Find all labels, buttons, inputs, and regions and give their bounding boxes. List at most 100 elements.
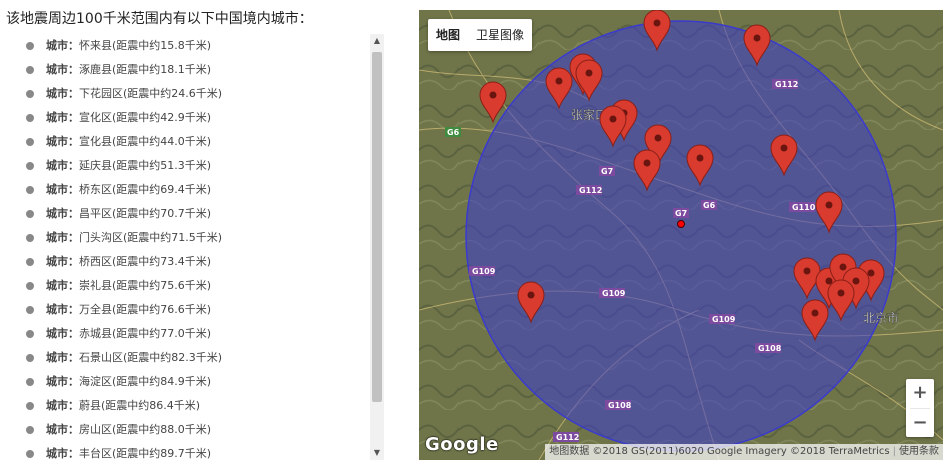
bullet-icon <box>26 258 34 266</box>
svg-text:G112: G112 <box>775 80 798 89</box>
svg-text:G109: G109 <box>602 289 626 298</box>
city-value: 海淀区(距震中约84.9千米) <box>79 375 212 388</box>
city-label: 城市： <box>46 39 79 52</box>
map-type-control: 地图 卫星图像 <box>428 19 533 51</box>
bullet-icon <box>26 354 34 362</box>
terms-link[interactable]: 使用条款 <box>899 446 939 457</box>
map-type-satellite-button[interactable]: 卫星图像 <box>468 19 532 51</box>
list-item: 城市：桥东区(距震中约69.4千米) <box>22 178 388 202</box>
city-value: 宣化区(距震中约42.9千米) <box>79 111 212 124</box>
list-item: 城市：万全县(距震中约76.6千米) <box>22 298 388 322</box>
bullet-icon <box>26 138 34 146</box>
city-label: 城市： <box>46 399 79 412</box>
bullet-icon <box>26 42 34 50</box>
city-value: 桥东区(距震中约69.4千米) <box>79 183 212 196</box>
city-value: 宣化县(距震中约44.0千米) <box>79 135 212 148</box>
city-value: 万全县(距震中约76.6千米) <box>79 303 212 316</box>
list-item: 城市：蔚县(距震中约86.4千米) <box>22 394 388 418</box>
city-list: 城市：怀来县(距震中约15.8千米) 城市：涿鹿县(距震中约18.1千米) 城市：下… <box>22 34 388 460</box>
list-item: 城市：延庆县(距震中约51.3千米) <box>22 154 388 178</box>
bullet-icon <box>26 450 34 458</box>
zoom-in-button[interactable]: + <box>906 379 934 408</box>
city-label: 城市： <box>46 447 79 460</box>
city-label: 城市： <box>46 327 79 340</box>
city-value: 桥西区(距震中约73.4千米) <box>79 255 212 268</box>
city-value: 门头沟区(距震中约71.5千米) <box>79 231 223 244</box>
zoom-control: + − <box>906 379 934 437</box>
city-label: 城市： <box>46 207 79 220</box>
bullet-icon <box>26 162 34 170</box>
city-value: 涿鹿县(距震中约18.1千米) <box>79 63 212 76</box>
list-item: 城市：下花园区(距震中约24.6千米) <box>22 82 388 106</box>
city-value: 延庆县(距震中约51.3千米) <box>79 159 212 172</box>
city-label: 城市： <box>46 183 79 196</box>
list-item: 城市：石景山区(距震中约82.3千米) <box>22 346 388 370</box>
map-canvas: G112 G6 G7 G6 G7 G112 G110 G109 G109 G10… <box>419 10 943 460</box>
city-label: 城市： <box>46 351 79 364</box>
place-label-beijing: 北京市 <box>863 310 899 325</box>
map-view[interactable]: G112 G6 G7 G6 G7 G112 G110 G109 G109 G10… <box>419 10 943 460</box>
list-item: 城市：赤城县(距震中约77.0千米) <box>22 322 388 346</box>
page-title: 该地震周边100千米范围内有以下中国境内城市： <box>6 11 313 27</box>
list-item: 城市：桥西区(距震中约73.4千米) <box>22 250 388 274</box>
list-item: 城市：怀来县(距震中约15.8千米) <box>22 34 388 58</box>
city-label: 城市： <box>46 303 79 316</box>
svg-text:G7: G7 <box>601 167 613 176</box>
city-label: 城市： <box>46 135 79 148</box>
list-scrollbar[interactable]: ▲ ▼ <box>370 34 384 460</box>
city-label: 城市： <box>46 159 79 172</box>
radius-circle <box>465 20 897 452</box>
city-value: 崇礼县(距震中约75.6千米) <box>79 279 212 292</box>
bullet-icon <box>26 66 34 74</box>
bullet-icon <box>26 330 34 338</box>
city-label: 城市： <box>46 63 79 76</box>
list-item: 城市：房山区(距震中约88.0千米) <box>22 418 388 442</box>
scroll-down-arrow-icon[interactable]: ▼ <box>370 446 384 460</box>
city-value: 昌平区(距震中约70.7千米) <box>79 207 212 220</box>
city-value: 石景山区(距震中约82.3千米) <box>79 351 223 364</box>
list-item: 城市：丰台区(距震中约89.7千米) <box>22 442 388 460</box>
city-label: 城市： <box>46 279 79 292</box>
list-item: 城市：昌平区(距震中约70.7千米) <box>22 202 388 226</box>
svg-text:G109: G109 <box>712 315 736 324</box>
svg-text:G108: G108 <box>758 344 782 353</box>
list-item: 城市：宣化区(距震中约42.9千米) <box>22 106 388 130</box>
epicenter-marker <box>677 220 685 228</box>
list-item: 城市：涿鹿县(距震中约18.1千米) <box>22 58 388 82</box>
bullet-icon <box>26 426 34 434</box>
city-value: 蔚县(距震中约86.4千米) <box>79 399 201 412</box>
bullet-icon <box>26 90 34 98</box>
city-label: 城市： <box>46 423 79 436</box>
map-attribution: 地图数据 ©2018 GS(2011)6020 Google Imagery ©… <box>545 444 943 460</box>
city-label: 城市： <box>46 255 79 268</box>
svg-text:G7: G7 <box>675 209 687 218</box>
city-value: 房山区(距震中约88.0千米) <box>79 423 212 436</box>
bullet-icon <box>26 306 34 314</box>
bullet-icon <box>26 114 34 122</box>
city-value: 怀来县(距震中约15.8千米) <box>79 39 212 52</box>
svg-text:G109: G109 <box>472 267 496 276</box>
bullet-icon <box>26 282 34 290</box>
city-value: 赤城县(距震中约77.0千米) <box>79 327 212 340</box>
attribution-text: 地图数据 ©2018 GS(2011)6020 Google Imagery ©… <box>549 446 890 457</box>
map-type-map-button[interactable]: 地图 <box>428 19 468 51</box>
list-item: 城市：门头沟区(距震中约71.5千米) <box>22 226 388 250</box>
city-value: 下花园区(距震中约24.6千米) <box>79 87 223 100</box>
svg-text:G112: G112 <box>579 186 602 195</box>
bullet-icon <box>26 186 34 194</box>
city-value: 丰台区(距震中约89.7千米) <box>79 447 212 460</box>
scroll-up-arrow-icon[interactable]: ▲ <box>370 34 384 48</box>
city-list-container[interactable]: 城市：怀来县(距震中约15.8千米) 城市：涿鹿县(距震中约18.1千米) 城市：下… <box>22 34 388 460</box>
city-label: 城市： <box>46 231 79 244</box>
svg-text:G110: G110 <box>792 203 816 212</box>
scroll-thumb[interactable] <box>372 52 382 402</box>
bullet-icon <box>26 378 34 386</box>
svg-text:G6: G6 <box>703 201 716 210</box>
svg-text:G6: G6 <box>447 128 460 137</box>
zoom-out-button[interactable]: − <box>906 409 934 438</box>
svg-text:G108: G108 <box>608 401 632 410</box>
city-label: 城市： <box>46 375 79 388</box>
svg-text:G112: G112 <box>556 433 579 442</box>
google-logo: Google <box>425 434 499 455</box>
bullet-icon <box>26 402 34 410</box>
